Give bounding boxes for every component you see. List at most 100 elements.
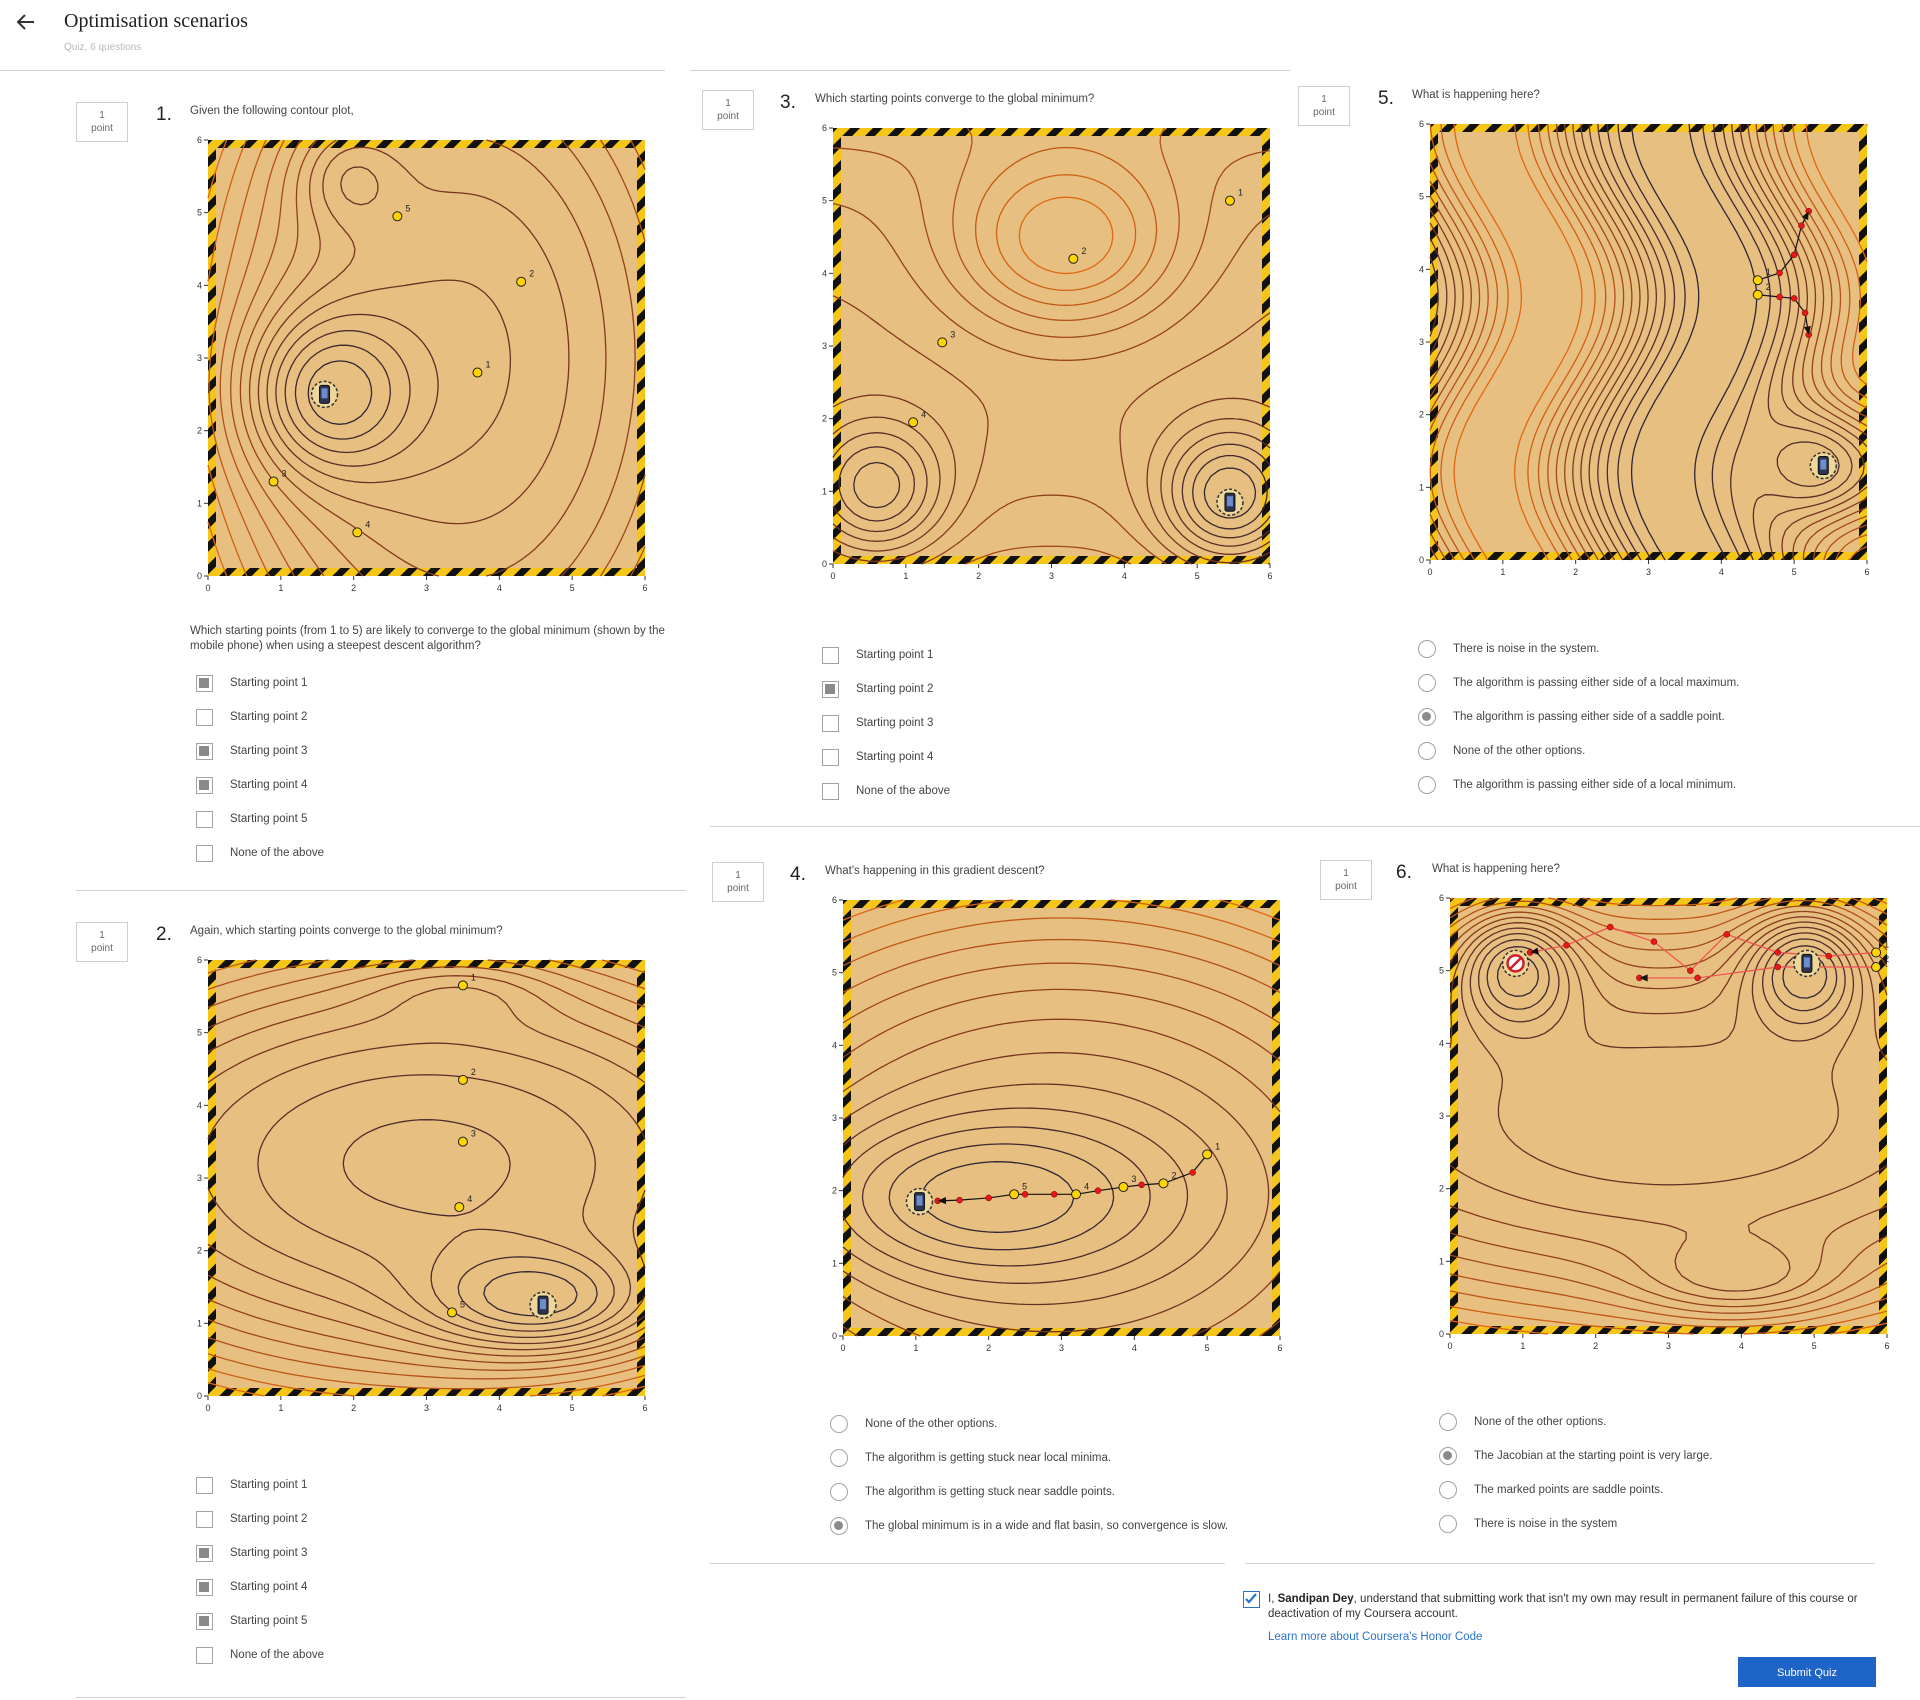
divider [76, 1697, 686, 1698]
checkbox[interactable] [196, 708, 213, 726]
descent-step [1801, 309, 1809, 317]
checkbox-option[interactable]: Starting point 4 [822, 746, 933, 768]
mobile-phone-icon [310, 380, 339, 409]
checkbox[interactable] [196, 1476, 213, 1494]
starting-point-label: 5 [460, 1299, 465, 1309]
checkbox[interactable] [196, 674, 213, 692]
checkbox[interactable] [196, 1612, 213, 1630]
page-title: Optimisation scenarios [64, 10, 248, 32]
radio-option[interactable]: The algorithm is getting stuck near loca… [830, 1447, 1111, 1469]
divider [0, 70, 665, 71]
checkbox-option[interactable]: None of the above [822, 780, 950, 802]
radio-option[interactable]: The global minimum is in a wide and flat… [830, 1515, 1228, 1537]
checkbox[interactable] [196, 742, 213, 760]
mobile-phone-icon [529, 1291, 557, 1319]
radio-option[interactable]: None of the other options. [830, 1413, 997, 1435]
starting-point-label: 1 [471, 972, 476, 982]
x-tick-label: 4 [1719, 567, 1724, 577]
checkbox[interactable] [196, 776, 213, 794]
x-tick-label: 1 [278, 1403, 283, 1413]
checkbox[interactable] [196, 1646, 213, 1664]
checkbox[interactable] [822, 782, 839, 800]
checkbox-option[interactable]: None of the above [196, 1644, 324, 1666]
radio-button[interactable] [830, 1415, 848, 1433]
radio-button[interactable] [1418, 708, 1436, 726]
checkbox-option[interactable]: Starting point 1 [822, 644, 933, 666]
radio-button[interactable] [1439, 1481, 1457, 1499]
checkbox[interactable] [822, 714, 839, 732]
checkbox[interactable] [196, 1510, 213, 1528]
radio-button[interactable] [830, 1517, 848, 1535]
question-prompt: What is happening here? [1412, 89, 1540, 101]
radio-button[interactable] [1439, 1413, 1457, 1431]
checkbox-option[interactable]: Starting point 2 [822, 678, 933, 700]
y-tick-label: 3 [832, 1113, 837, 1123]
radio-option[interactable]: There is noise in the system. [1418, 638, 1599, 660]
x-tick-label: 1 [1520, 1341, 1525, 1351]
radio-option[interactable]: None of the other options. [1439, 1411, 1606, 1433]
radio-button[interactable] [1418, 640, 1436, 658]
checkbox[interactable] [196, 1544, 213, 1562]
starting-point-label: 1 [1238, 188, 1243, 198]
option-label: Starting point 4 [856, 751, 934, 763]
radio-button[interactable] [830, 1483, 848, 1501]
checkbox-option[interactable]: Starting point 5 [196, 808, 307, 830]
starting-point-marker [1752, 289, 1763, 300]
checkbox-option[interactable]: Starting point 3 [196, 1542, 307, 1564]
y-tick-label: 3 [1439, 1111, 1444, 1121]
back-button[interactable] [14, 10, 38, 34]
option-label: Starting point 2 [856, 683, 934, 695]
radio-button[interactable] [1439, 1515, 1457, 1533]
question-prompt: What is happening here? [1432, 863, 1560, 875]
checkbox-option[interactable]: Starting point 1 [196, 672, 307, 694]
radio-button[interactable] [1418, 742, 1436, 760]
radio-option[interactable]: None of the other options. [1418, 740, 1585, 762]
x-tick-label: 0 [830, 571, 835, 581]
radio-option[interactable]: The algorithm is passing either side of … [1418, 706, 1725, 728]
radio-option[interactable]: The Jacobian at the starting point is ve… [1439, 1445, 1712, 1467]
descent-step [1606, 923, 1614, 931]
checkbox[interactable] [822, 748, 839, 766]
radio-button[interactable] [1418, 674, 1436, 692]
checkbox-option[interactable]: None of the above [196, 842, 324, 864]
starting-point-label: 2 [1171, 1170, 1176, 1180]
radio-option[interactable]: The marked points are saddle points. [1439, 1479, 1663, 1501]
checkbox-option[interactable]: Starting point 2 [196, 706, 307, 728]
checkbox[interactable] [196, 810, 213, 828]
checkbox-option[interactable]: Starting point 4 [196, 774, 307, 796]
radio-button[interactable] [1439, 1447, 1457, 1465]
starting-point-label: 5 [405, 203, 410, 213]
checkbox-option[interactable]: Starting point 5 [196, 1610, 307, 1632]
y-tick-label: 3 [822, 341, 827, 351]
checkbox[interactable] [822, 646, 839, 664]
radio-option[interactable]: The algorithm is getting stuck near sadd… [830, 1481, 1115, 1503]
descent-step [1790, 295, 1798, 302]
submit-quiz-button[interactable]: Submit Quiz [1738, 1657, 1876, 1687]
checkbox[interactable] [196, 844, 213, 862]
y-tick-label: 6 [197, 135, 202, 145]
plot-background [843, 900, 1280, 1336]
honor-code-link[interactable]: Learn more about Coursera's Honor Code [1268, 1631, 1482, 1643]
option-label: The marked points are saddle points. [1474, 1484, 1664, 1496]
honor-prefix: I, [1268, 1593, 1278, 1605]
radio-option[interactable]: There is noise in the system [1439, 1513, 1617, 1535]
checkbox-option[interactable]: Starting point 4 [196, 1576, 307, 1598]
honor-code-checkbox[interactable] [1243, 1591, 1260, 1608]
option-label: Starting point 4 [230, 779, 308, 791]
checkbox[interactable] [822, 680, 839, 698]
radio-option[interactable]: The algorithm is passing either side of … [1418, 774, 1736, 796]
starting-point-marker [1118, 1182, 1129, 1193]
checkbox-option[interactable]: Starting point 3 [822, 712, 933, 734]
x-tick-label: 3 [1059, 1343, 1064, 1353]
no-entry-icon [1501, 949, 1530, 978]
radio-option[interactable]: The algorithm is passing either side of … [1418, 672, 1739, 694]
checkbox-option[interactable]: Starting point 2 [196, 1508, 307, 1530]
checkbox[interactable] [196, 1578, 213, 1596]
checkbox-option[interactable]: Starting point 1 [196, 1474, 307, 1496]
radio-button[interactable] [830, 1449, 848, 1467]
radio-button[interactable] [1418, 776, 1436, 794]
learner-name: Sandipan Dey [1277, 1593, 1354, 1605]
checkbox-option[interactable]: Starting point 3 [196, 740, 307, 762]
points-label: point [91, 123, 113, 134]
option-label: None of the other options. [865, 1418, 998, 1430]
